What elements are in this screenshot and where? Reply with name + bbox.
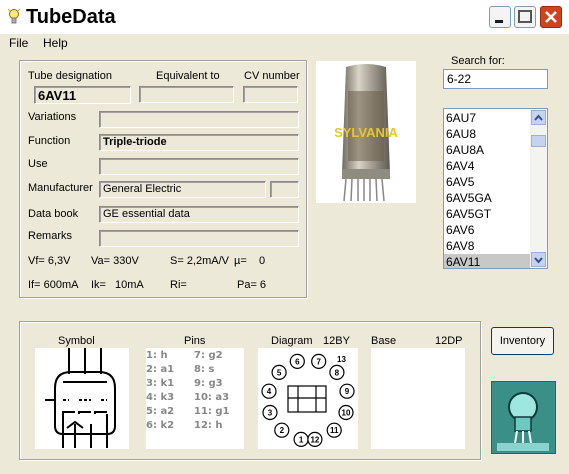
function-field[interactable]: Triple-triode — [99, 134, 299, 151]
diagram-pin-label: 6 — [295, 357, 300, 366]
spec-ri: Ri= — [170, 279, 187, 291]
spec-if: If= 600mA — [28, 279, 79, 291]
pin-entry: 4: k3 — [146, 392, 175, 403]
base-code: 12DP — [435, 335, 463, 347]
list-item[interactable]: 6AV4 — [444, 158, 530, 174]
maximize-button[interactable] — [514, 6, 536, 28]
menu-file[interactable]: File — [9, 36, 28, 50]
designation-label: Tube designation — [28, 70, 112, 82]
window-title: TubeData — [26, 6, 116, 28]
tube-symbol — [35, 348, 129, 449]
pin-entry: 6: k2 — [146, 420, 175, 431]
cv-field[interactable] — [243, 86, 298, 103]
diagram-label: Diagram — [271, 335, 313, 347]
variations-field[interactable] — [99, 111, 299, 128]
databook-label: Data book — [28, 208, 79, 220]
diagram-pin-label: 3 — [268, 409, 273, 418]
pin-entry: 5: a2 — [146, 406, 175, 417]
diagram-pin-label: 11 — [330, 426, 339, 435]
diagram-pin-label: 12 — [310, 435, 319, 444]
diagram-pin-label: 9 — [345, 387, 350, 396]
list-item[interactable]: 6AU7 — [444, 110, 530, 126]
diagram-pin-label: 8 — [335, 368, 340, 377]
close-button[interactable] — [540, 6, 562, 28]
spec-pa: Pa= 6 — [237, 279, 267, 291]
scroll-up-button[interactable] — [531, 110, 546, 125]
spec-ik-value: 10mA — [115, 279, 144, 291]
spec-va: Va= 330V — [91, 255, 139, 267]
pin-entry: 9: g3 — [194, 378, 223, 389]
equivalent-field[interactable] — [139, 86, 234, 103]
symbol-label: Symbol — [58, 335, 95, 347]
function-label: Function — [28, 135, 71, 147]
manufacturer-field[interactable]: General Electric — [99, 181, 266, 198]
photo-brand-text: SYLVANIA — [334, 125, 398, 140]
spec-vf: Vf= 6,3V — [28, 255, 71, 267]
diagram-pin-label: 1 — [299, 435, 304, 444]
list-item[interactable]: 6AU8A — [444, 142, 530, 158]
databook-field[interactable]: GE essential data — [99, 206, 299, 223]
chevron-up-icon — [534, 114, 543, 121]
list-item[interactable]: 6AV6 — [444, 222, 530, 238]
pin-entry: 12: h — [194, 420, 223, 431]
search-input[interactable] — [443, 69, 548, 89]
app-logo — [491, 381, 556, 454]
chevron-down-icon — [534, 257, 543, 264]
remarks-field[interactable] — [99, 230, 299, 247]
close-icon — [545, 11, 557, 23]
list-item[interactable]: 6AV5 — [444, 174, 530, 190]
pins-label: Pins — [184, 335, 206, 347]
diagram-pin-label: 10 — [342, 409, 351, 418]
scroll-thumb[interactable] — [531, 135, 546, 147]
manufacturer-label: Manufacturer — [28, 182, 93, 194]
spec-mu-value: 0 — [259, 255, 266, 267]
diagram-code: 12BY — [323, 335, 350, 347]
maximize-icon — [518, 10, 532, 23]
tube-list[interactable]: 6AU7 6AU8 6AU8A 6AV4 6AV5 6AV5GA 6AV5GT 6AV6 6AV… — [443, 108, 548, 269]
diagram-pin-label: 2 — [280, 426, 285, 435]
diagram-extra-label: 13 — [337, 355, 346, 364]
list-item[interactable]: 6AV5GA — [444, 190, 530, 206]
minimize-icon — [495, 20, 503, 23]
cv-label: CV number — [244, 70, 300, 82]
menu-help[interactable]: Help — [43, 36, 68, 50]
pin-entry: 8: s — [194, 364, 215, 375]
diagram-pin-label: 5 — [277, 368, 282, 377]
pin-entry: 3: k1 — [146, 378, 175, 389]
list-item[interactable]: 6AV11 — [444, 254, 530, 268]
use-field[interactable] — [99, 158, 299, 175]
pin-entry: 1: h — [146, 350, 168, 361]
scroll-down-button[interactable] — [531, 252, 546, 267]
tube-list-items: 6AU7 6AU8 6AU8A 6AV4 6AV5 6AV5GA 6AV5GT 6AV6 6AV… — [444, 109, 530, 268]
pins-panel: 1: h 7: g2 2: a1 8: s 3: k1 9: g3 4: k3 10: a3 5… — [146, 348, 244, 449]
diagram-pin-label: 4 — [267, 387, 272, 396]
manufacturer-code-field[interactable] — [270, 181, 299, 198]
list-item[interactable]: 6AV8 — [444, 238, 530, 254]
menu-bar — [0, 34, 569, 52]
pin-entry: 7: g2 — [194, 350, 223, 361]
designation-field[interactable]: 6AV11 — [34, 86, 131, 104]
spec-s: S= 2,2mA/V — [170, 255, 230, 267]
spec-ik-label: Ik= — [91, 279, 106, 291]
list-item[interactable]: 6AV5GT — [444, 206, 530, 222]
minimize-button[interactable] — [489, 6, 511, 28]
pin-entry: 11: g1 — [194, 406, 230, 417]
equivalent-label: Equivalent to — [156, 70, 220, 82]
inventory-button[interactable]: Inventory — [491, 327, 554, 355]
spec-mu-label: µ= — [234, 255, 247, 267]
use-label: Use — [28, 158, 48, 170]
remarks-label: Remarks — [28, 230, 73, 242]
search-label: Search for: — [451, 55, 505, 67]
diagram-pin-label: 7 — [316, 357, 321, 366]
list-scrollbar[interactable] — [530, 109, 547, 268]
pin-diagram: 123456 789101112 13 — [258, 348, 358, 449]
tube-photo: SYLVANIA — [316, 61, 416, 203]
lightbulb-icon — [7, 8, 21, 24]
pin-entry: 10: a3 — [194, 392, 230, 403]
list-item[interactable]: 6AU8 — [444, 126, 530, 142]
base-panel — [371, 348, 465, 449]
variations-label: Variations — [28, 111, 77, 123]
base-label: Base — [371, 335, 397, 347]
pin-entry: 2: a1 — [146, 364, 175, 375]
